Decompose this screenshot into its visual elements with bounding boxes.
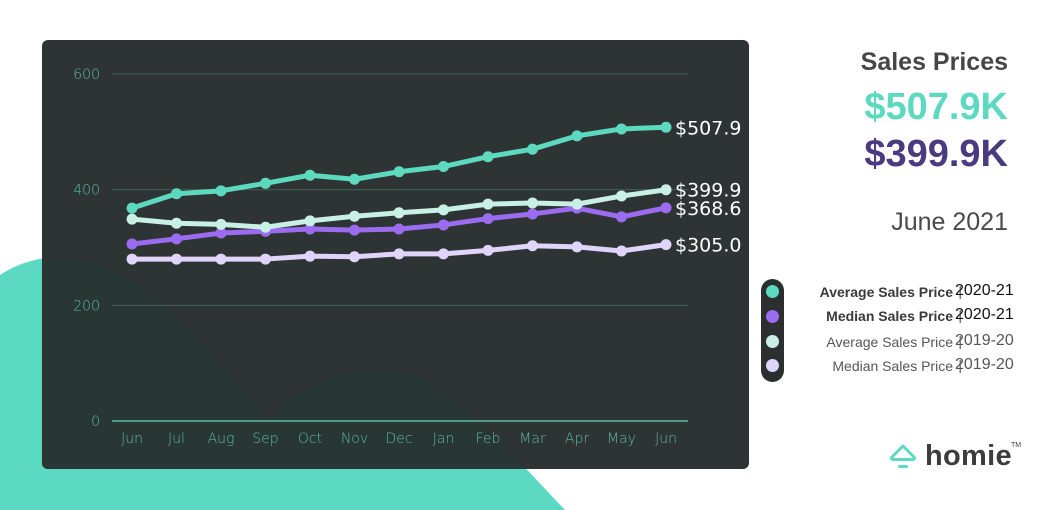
y-tick-label: 200 — [73, 298, 100, 314]
x-tick-label: Sep — [252, 431, 278, 447]
data-point — [349, 210, 360, 222]
data-point — [349, 251, 360, 263]
trademark-symbol: TM — [1011, 442, 1022, 449]
data-point — [304, 250, 316, 262]
end-value-label: $507.9 — [675, 117, 741, 139]
data-point — [438, 204, 449, 216]
data-point — [571, 130, 583, 142]
logo-wordmark: homie — [925, 440, 1012, 472]
data-point — [260, 253, 271, 265]
data-point — [171, 188, 182, 200]
data-point — [482, 151, 494, 163]
legend-period: 2019-20 — [955, 356, 1014, 373]
legend-period: 2020-21 — [955, 282, 1014, 299]
legend-marker-pill — [761, 279, 784, 382]
legend-period: 2019-20 — [955, 332, 1014, 349]
legend-series-name: Median Sales Price — [832, 358, 953, 374]
x-tick-label: Mar — [519, 431, 546, 447]
x-tick-label: Dec — [385, 431, 412, 447]
x-tick-label: Jul — [168, 431, 185, 447]
chart-title: Sales Prices — [860, 48, 1008, 76]
data-point — [349, 173, 360, 185]
data-point — [438, 219, 449, 231]
data-point — [571, 241, 583, 253]
x-tick-label: Jun — [121, 431, 143, 447]
data-point — [215, 218, 227, 230]
data-point — [126, 253, 138, 265]
data-point — [393, 207, 405, 219]
data-point — [527, 208, 538, 220]
report-date: June 2021 — [891, 208, 1008, 236]
data-point — [482, 213, 494, 225]
legend-item: Median Sales Price | 2020-21 — [790, 305, 1030, 327]
data-point — [527, 143, 538, 155]
data-point — [571, 198, 583, 210]
data-point — [260, 221, 271, 233]
legend-marker-median-2020-21 — [766, 310, 779, 323]
x-tick-label: Oct — [298, 431, 322, 447]
x-tick-label: Aug — [208, 431, 235, 447]
headline-median-price: $399.9K — [864, 133, 1008, 175]
legend-series-name: Average Sales Price — [826, 334, 953, 350]
data-point — [171, 217, 182, 229]
data-point — [616, 245, 627, 257]
data-point — [126, 238, 138, 250]
x-tick-label: Feb — [476, 431, 501, 447]
data-point — [126, 213, 138, 225]
data-point — [482, 244, 494, 256]
data-point — [438, 248, 449, 260]
legend-marker-median-2019-20 — [766, 359, 779, 372]
data-point — [171, 253, 182, 265]
x-tick-label: Jun — [655, 431, 677, 447]
data-point — [393, 248, 405, 260]
legend-marker-avg-2020-21 — [766, 285, 779, 298]
legend-series-name: Average Sales Price — [819, 284, 953, 300]
data-point — [349, 224, 360, 236]
y-tick-label: 600 — [73, 67, 100, 83]
legend-period: 2020-21 — [955, 306, 1014, 323]
legend-item: Average Sales Price | 2020-21 — [790, 281, 1030, 303]
data-point — [215, 185, 227, 197]
legend-item: Average Sales Price | 2019-20 — [790, 331, 1030, 353]
data-point — [171, 233, 182, 245]
data-point — [260, 177, 271, 189]
x-tick-label: Apr — [565, 431, 589, 447]
y-tick-label: 0 — [91, 414, 100, 430]
homie-logo: homie TM — [889, 440, 1029, 474]
data-point — [616, 211, 627, 223]
legend-marker-avg-2019-20 — [766, 335, 779, 348]
data-point — [660, 184, 672, 196]
legend-item: Median Sales Price | 2019-20 — [790, 355, 1030, 377]
data-point — [393, 223, 405, 235]
x-tick-label: May — [607, 431, 636, 447]
data-point — [616, 123, 627, 135]
end-labels: $507.9$399.9$368.6$305.0 — [675, 117, 741, 256]
data-point — [660, 202, 672, 214]
y-tick-label: 400 — [73, 183, 100, 199]
data-point — [215, 253, 227, 265]
end-value-label: $368.6 — [675, 198, 741, 220]
data-point — [616, 190, 627, 202]
data-point — [304, 169, 316, 181]
legend-series-name: Median Sales Price — [826, 308, 953, 324]
data-point — [126, 202, 138, 214]
data-point — [660, 239, 672, 251]
data-point — [527, 240, 538, 252]
house-icon — [889, 444, 917, 468]
data-point — [660, 121, 672, 133]
x-tick-label: Nov — [341, 431, 368, 447]
data-point — [393, 166, 405, 178]
headline-average-price: $507.9K — [864, 86, 1008, 128]
end-value-label: $305.0 — [675, 235, 741, 257]
data-point — [482, 198, 494, 210]
data-point — [304, 215, 316, 227]
x-tick-label: Jan — [433, 431, 455, 447]
data-point — [438, 161, 449, 173]
data-point — [527, 197, 538, 209]
